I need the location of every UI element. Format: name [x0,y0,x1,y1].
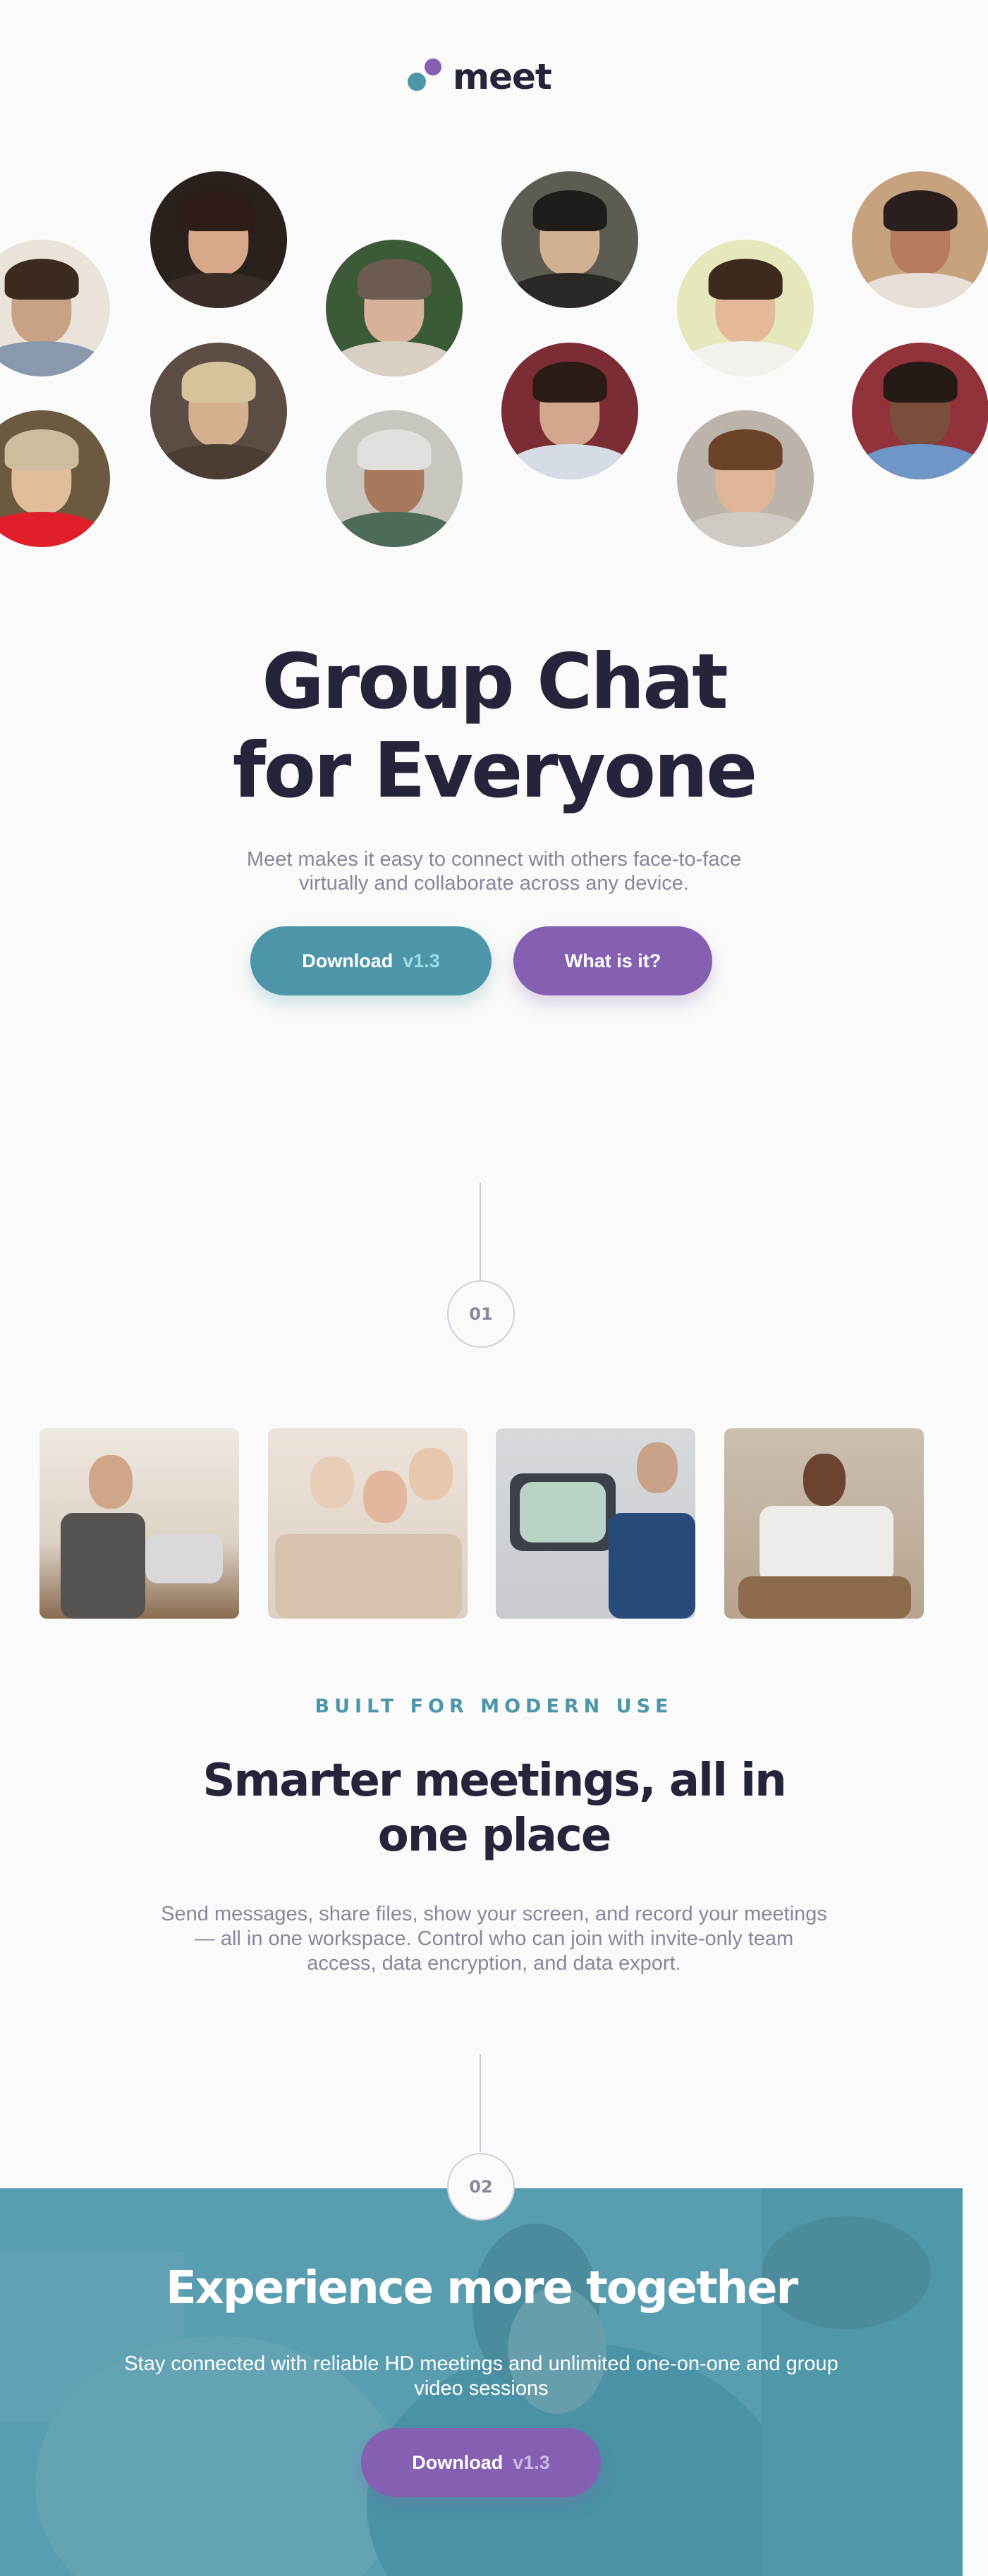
section-eyebrow: BUILT FOR MODERN USE [315,1695,673,1717]
cta-download-label: Download [412,2451,504,2473]
avatar-cluster [0,0,988,564]
avatar-7 [501,171,638,308]
avatar-3 [150,171,287,308]
step-marker-02: 02 [447,2153,515,2221]
step-marker-01: 01 [447,1280,515,1348]
section-title: Smarter meetings, all in one place [176,1753,812,1863]
section-text: Send messages, share files, show your sc… [161,1903,827,1975]
cta-section: Experience more together Stay connected … [0,2188,963,2576]
section-title-line-1: Smarter meetings, all in [202,1755,786,1807]
section-title-line-2: one place [377,1810,611,1862]
avatar-11 [852,171,988,308]
cta-download-button[interactable]: Download v1.3 [361,2428,601,2497]
divider-line-1 [480,1183,481,1280]
photo-man-phone [724,1428,924,1619]
divider-line-2 [480,2054,481,2152]
avatar-8 [501,343,638,479]
download-button-label: Download [302,950,394,971]
avatar-10 [677,410,814,547]
avatar-2 [0,410,110,547]
hero-title: Group Chat for Everyone [0,638,988,816]
hero-title-line-1: Group Chat [262,638,728,726]
avatar-6 [326,410,463,547]
avatar-1 [0,240,110,376]
cta-text: Stay connected with reliable HD meetings… [124,2353,838,2400]
what-is-it-button[interactable]: What is it? [513,926,712,995]
avatar-4 [150,343,287,479]
avatar-9 [677,240,814,376]
avatar-12 [852,343,988,479]
cta-title: Experience more together [165,2262,798,2314]
cta-download-version: v1.3 [513,2451,550,2473]
photo-woman-laptop [39,1428,239,1619]
download-button[interactable]: Download v1.3 [250,926,492,995]
download-version: v1.3 [403,950,440,971]
hero-subtitle: Meet makes it easy to connect with other… [246,848,742,895]
what-is-it-label: What is it? [564,950,661,971]
hero-title-line-2: for Everyone [232,727,757,815]
photo-video-call [496,1428,695,1619]
avatar-5 [326,240,463,376]
photo-women-phone [268,1428,468,1619]
